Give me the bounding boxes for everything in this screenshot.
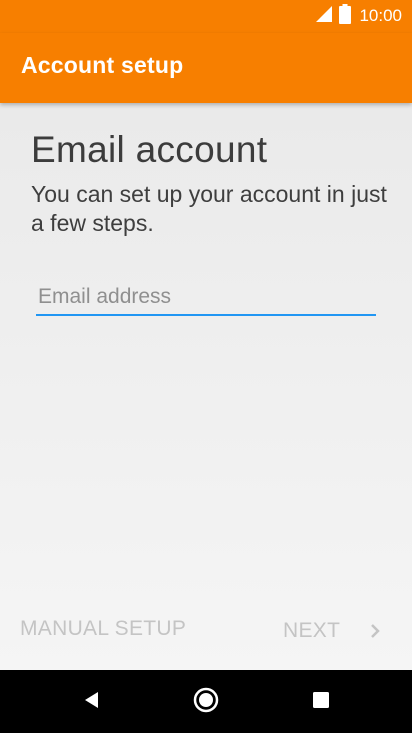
navigation-bar	[0, 670, 412, 733]
section-heading: Email account	[31, 129, 268, 170]
home-icon	[193, 687, 219, 717]
content-area: Email account You can set up your accoun…	[0, 103, 412, 670]
status-icons: 10:00	[315, 4, 402, 28]
page-title: Account setup	[21, 52, 184, 78]
recents-icon	[312, 691, 330, 713]
status-bar: 10:00	[0, 0, 412, 33]
status-time: 10:00	[359, 6, 402, 25]
back-icon	[83, 690, 101, 714]
home-button[interactable]	[191, 687, 221, 717]
section-description: You can set up your account in just a fe…	[31, 181, 387, 236]
battery-icon	[339, 4, 352, 28]
manual-setup-button[interactable]: MANUAL SETUP	[20, 617, 186, 641]
next-button-label: NEXT	[283, 619, 341, 642]
back-button[interactable]	[77, 687, 107, 717]
email-address-field[interactable]	[36, 279, 376, 316]
chevron-right-icon	[369, 620, 383, 646]
recents-button[interactable]	[306, 687, 336, 717]
app-bar: Account setup	[0, 33, 412, 103]
signal-icon	[315, 5, 333, 27]
next-button[interactable]: NEXT	[283, 617, 393, 645]
